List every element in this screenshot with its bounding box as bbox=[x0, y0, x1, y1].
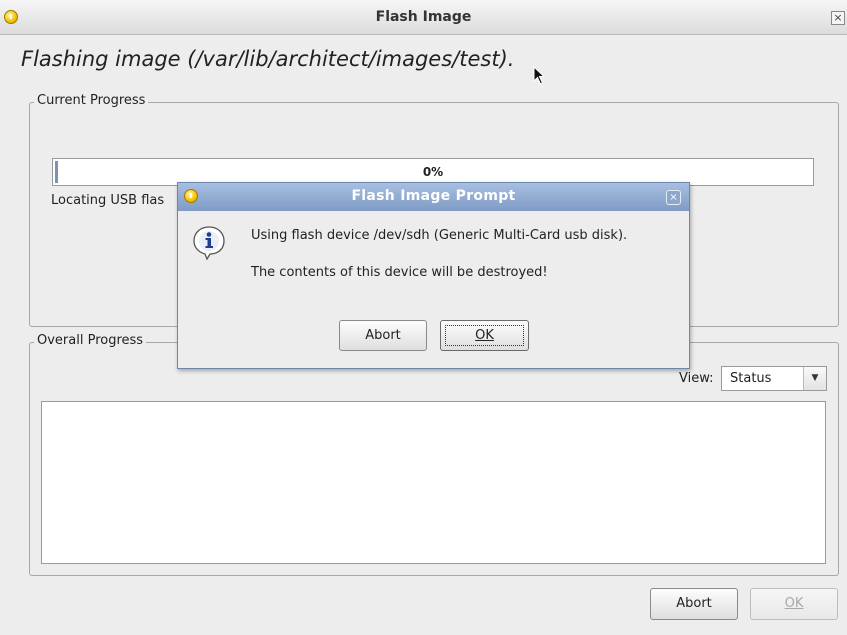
flashing-heading: Flashing image (/var/lib/architect/image… bbox=[21, 47, 515, 71]
ok-button[interactable]: OK bbox=[750, 588, 838, 620]
dialog-ok-button[interactable]: OK bbox=[440, 320, 529, 351]
dialog-abort-button[interactable]: Abort bbox=[339, 320, 427, 351]
dialog-message-warning: The contents of this device will be dest… bbox=[251, 265, 548, 280]
view-select[interactable]: Status ▼ bbox=[721, 366, 827, 391]
ok-button-label: OK bbox=[784, 596, 804, 611]
window-titlebar[interactable]: Flash Image × bbox=[0, 0, 847, 35]
window-close-icon[interactable]: × bbox=[831, 11, 845, 25]
abort-button[interactable]: Abort bbox=[650, 588, 738, 620]
progress-percent: 0% bbox=[422, 165, 444, 179]
chevron-down-icon[interactable]: ▼ bbox=[803, 367, 826, 390]
flash-image-prompt-dialog: Flash Image Prompt × Using flash device … bbox=[177, 182, 690, 369]
dialog-message-device: Using flash device /dev/sdh (Generic Mul… bbox=[251, 228, 628, 243]
info-icon bbox=[193, 226, 225, 261]
progress-status-text: Locating USB flas bbox=[51, 193, 165, 208]
dialog-title: Flash Image Prompt bbox=[351, 188, 516, 204]
current-progress-label: Current Progress bbox=[34, 93, 149, 108]
view-label: View: bbox=[679, 371, 714, 386]
view-select-value: Status bbox=[730, 371, 772, 386]
dialog-close-icon[interactable]: × bbox=[666, 190, 681, 205]
window-title: Flash Image bbox=[375, 9, 472, 25]
dialog-titlebar[interactable]: Flash Image Prompt × bbox=[178, 183, 689, 211]
mouse-cursor-icon bbox=[533, 66, 546, 85]
log-output-area[interactable] bbox=[41, 401, 826, 564]
overall-progress-label: Overall Progress bbox=[34, 333, 147, 348]
focus-ring bbox=[445, 325, 524, 346]
